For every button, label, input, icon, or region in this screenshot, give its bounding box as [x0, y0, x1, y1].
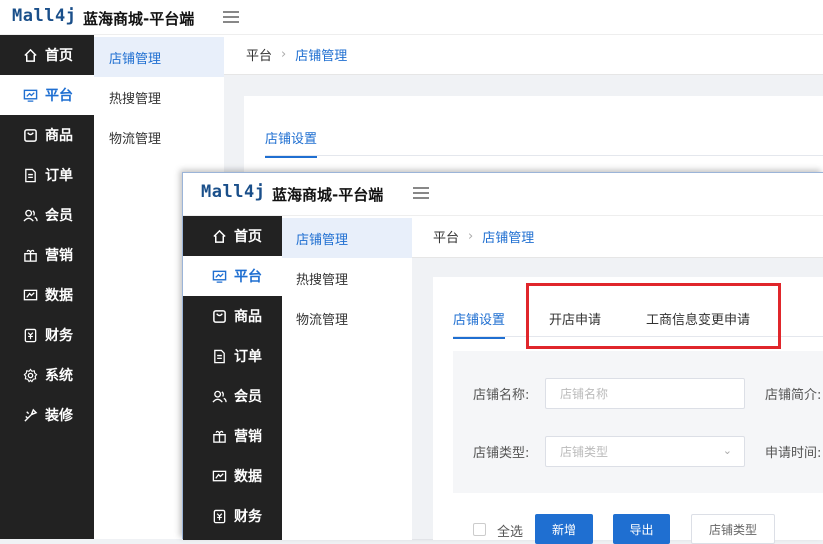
product-icon	[211, 308, 227, 324]
sidebar-item-6[interactable]: 数据	[0, 275, 94, 315]
sidebar-item-label: 平台	[234, 269, 262, 285]
logo[interactable]: Mall4j	[12, 6, 76, 26]
highlight-box	[526, 283, 781, 349]
order-icon	[22, 167, 38, 183]
shop-name-input[interactable]: 店铺名称	[545, 378, 745, 409]
sidebar-item-label: 营销	[45, 248, 73, 264]
monitor-icon	[211, 268, 227, 284]
sidebar-item-5[interactable]: 营销	[183, 416, 282, 456]
sidebar-item-label: 平台	[45, 88, 73, 104]
sidebar-item-label: 首页	[234, 229, 262, 245]
sidebar-item-4[interactable]: 会员	[183, 376, 282, 416]
submenu-item-0[interactable]: 店铺管理	[282, 218, 412, 258]
sidebar-item-3[interactable]: 订单	[0, 155, 94, 195]
submenu-item-1[interactable]: 热搜管理	[94, 77, 224, 117]
app-title: 蓝海商城-平台端	[272, 186, 384, 204]
sidebar-item-label: 订单	[234, 349, 262, 365]
breadcrumb-separator-icon: ›	[468, 229, 474, 244]
sidebar-item-9[interactable]: 装修	[0, 395, 94, 435]
sidebar-item-label: 装修	[45, 408, 73, 424]
breadcrumb: 平台 › 店铺管理	[224, 35, 823, 75]
gear-icon	[22, 367, 38, 383]
monitor-icon	[22, 87, 38, 103]
sidebar: 首页平台商品订单会员营销数据财务系统装修	[0, 35, 94, 539]
sidebar-item-1[interactable]: 平台	[0, 75, 94, 115]
sidebar-item-4[interactable]: 会员	[0, 195, 94, 235]
sidebar-item-2[interactable]: 商品	[0, 115, 94, 155]
submenu-item-2[interactable]: 物流管理	[282, 298, 412, 338]
shop-type-label: 店铺类型:	[473, 446, 530, 461]
finance-icon	[22, 327, 38, 343]
finance-icon	[211, 508, 227, 524]
app-title: 蓝海商城-平台端	[83, 10, 195, 28]
sidebar-item-1[interactable]: 平台	[183, 256, 282, 296]
shop-type-placeholder: 店铺类型	[560, 445, 609, 459]
foreground-window: Mall4j 蓝海商城-平台端 首页 平台 商品 订单 会员 营销 数据 财务 店铺管理 热搜管…	[182, 172, 823, 544]
home-icon	[22, 47, 38, 63]
shop-type-select[interactable]: 店铺类型 ⌄	[545, 436, 745, 467]
submenu-item-2[interactable]: 物流管理	[94, 117, 224, 157]
breadcrumb-current: 店铺管理	[482, 231, 535, 246]
product-icon	[22, 127, 38, 143]
order-icon	[211, 348, 227, 364]
sidebar-item-7[interactable]: 财务	[0, 315, 94, 355]
tab-shop-settings[interactable]: 店铺设置	[265, 128, 318, 158]
sidebar-item-5[interactable]: 营销	[0, 235, 94, 275]
sidebar-item-6[interactable]: 数据	[183, 456, 282, 496]
member-icon	[211, 388, 227, 404]
shop-name-label: 店铺名称:	[473, 388, 530, 403]
sidebar-item-label: 数据	[45, 288, 73, 304]
tab-divider	[265, 155, 823, 156]
sidebar-item-label: 系统	[45, 368, 73, 384]
chevron-down-icon: ⌄	[722, 444, 732, 457]
sidebar-item-label: 会员	[45, 208, 73, 224]
tab-shop-settings[interactable]: 店铺设置	[453, 309, 506, 339]
export-button[interactable]: 导出	[613, 514, 670, 544]
breadcrumb-current: 店铺管理	[295, 49, 348, 64]
sidebar-item-label: 商品	[234, 309, 262, 325]
add-button[interactable]: 新增	[535, 514, 593, 544]
sidebar-item-label: 会员	[234, 389, 262, 405]
sidebar-item-label: 营销	[234, 429, 262, 445]
sidebar-item-label: 订单	[45, 168, 73, 184]
select-all-checkbox[interactable]	[473, 523, 486, 536]
breadcrumb-root[interactable]: 平台	[246, 45, 272, 64]
sidebar-item-0[interactable]: 首页	[0, 35, 94, 75]
sidebar-item-label: 首页	[45, 48, 73, 64]
logo[interactable]: Mall4j	[201, 182, 265, 202]
sidebar-item-label: 财务	[234, 509, 262, 525]
sidebar-item-3[interactable]: 订单	[183, 336, 282, 376]
submenu-item-1[interactable]: 热搜管理	[282, 258, 412, 298]
shop-intro-label: 店铺简介:	[765, 388, 822, 403]
breadcrumb: 平台 › 店铺管理	[412, 216, 823, 258]
sidebar-item-label: 商品	[45, 128, 73, 144]
submenu: 店铺管理 热搜管理 物流管理	[282, 216, 412, 540]
gift-icon	[211, 428, 227, 444]
sidebar-item-label: 财务	[45, 328, 73, 344]
top-bar: Mall4j 蓝海商城-平台端	[183, 173, 823, 216]
home-icon	[211, 228, 227, 244]
select-all-label: 全选	[497, 525, 524, 540]
menu-toggle-icon[interactable]	[223, 11, 239, 23]
sidebar: 首页平台商品订单会员营销数据财务	[183, 216, 282, 540]
decorate-icon	[22, 407, 38, 423]
apply-time-label: 申请时间:	[765, 446, 822, 461]
submenu-item-0[interactable]: 店铺管理	[94, 37, 224, 77]
gift-icon	[22, 247, 38, 263]
sidebar-item-7[interactable]: 财务	[183, 496, 282, 536]
member-icon	[22, 207, 38, 223]
data-icon	[211, 468, 227, 484]
breadcrumb-separator-icon: ›	[281, 47, 287, 62]
sidebar-item-0[interactable]: 首页	[183, 216, 282, 256]
breadcrumb-root[interactable]: 平台	[433, 227, 459, 246]
search-form: 店铺名称: 店铺名称 店铺简介: 店铺类型: 店铺类型 ⌄ 申请时间:	[453, 351, 823, 493]
sidebar-item-2[interactable]: 商品	[183, 296, 282, 336]
shop-type-button[interactable]: 店铺类型	[691, 514, 775, 544]
sidebar-item-8[interactable]: 系统	[0, 355, 94, 395]
top-bar: Mall4j 蓝海商城-平台端	[0, 0, 823, 35]
sidebar-item-label: 数据	[234, 469, 262, 485]
menu-toggle-icon[interactable]	[413, 187, 429, 199]
data-icon	[22, 287, 38, 303]
